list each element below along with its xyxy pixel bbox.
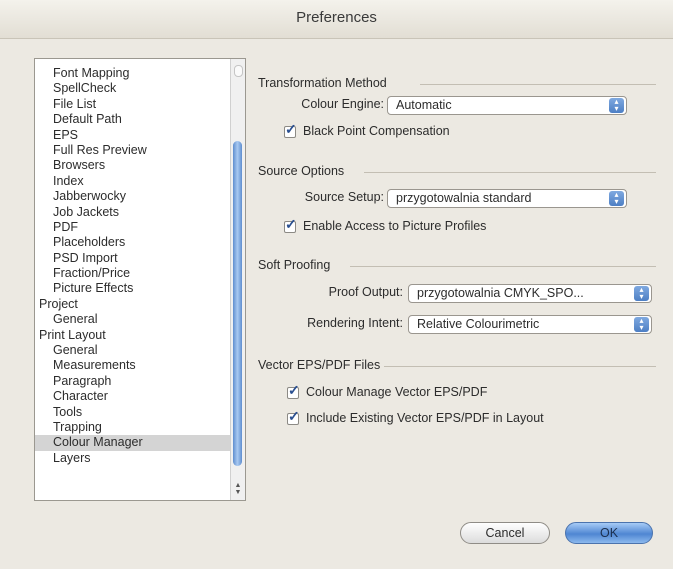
category-list-items: Font Mapping SpellCheck File List Default P… [35, 66, 231, 466]
sidebar-item-eps[interactable]: EPS [35, 128, 231, 143]
source-setup-select[interactable]: przygotowalnia standard ▴ ▾ [387, 189, 627, 208]
proof-output-value: przygotowalnia CMYK_SPO... [417, 286, 584, 300]
rendering-intent-select[interactable]: Relative Colourimetric ▴ ▾ [408, 315, 652, 334]
enable-access-picture-profiles-checkbox[interactable] [284, 216, 297, 233]
transformation-method-heading: Transformation Method [258, 76, 387, 90]
sidebar-item-font-mapping[interactable]: Font Mapping [35, 66, 231, 81]
include-existing-vector-checkbox[interactable] [287, 408, 300, 425]
proof-output-label: Proof Output: [328, 285, 403, 299]
source-setup-value: przygotowalnia standard [396, 191, 532, 205]
ok-button[interactable]: OK [565, 522, 653, 544]
sidebar-item-spellcheck[interactable]: SpellCheck [35, 81, 231, 96]
enable-access-picture-profiles-label: Enable Access to Picture Profiles [303, 219, 487, 233]
colour-engine-select[interactable]: Automatic ▴ ▾ [387, 96, 627, 115]
sidebar-item-paragraph[interactable]: Paragraph [35, 374, 231, 389]
sidebar-item-tools[interactable]: Tools [35, 405, 231, 420]
scrollbar-thumb[interactable] [233, 141, 242, 466]
colour-manage-vector-checkbox[interactable] [287, 382, 300, 399]
preferences-category-list[interactable]: Font Mapping SpellCheck File List Default P… [34, 58, 246, 501]
sidebar-item-character[interactable]: Character [35, 389, 231, 404]
window-title: Preferences [296, 9, 377, 26]
section-divider [384, 366, 656, 367]
vector-eps-pdf-heading: Vector EPS/PDF Files [258, 358, 381, 372]
section-divider [350, 266, 656, 267]
sidebar-item-placeholders[interactable]: Placeholders [35, 235, 231, 250]
popup-arrows-icon: ▴ ▾ [609, 191, 624, 206]
sidebar-item-default-path[interactable]: Default Path [35, 112, 231, 127]
sidebar-item-job-jackets[interactable]: Job Jackets [35, 205, 231, 220]
popup-arrows-icon: ▴ ▾ [634, 317, 649, 332]
preferences-dialog: Preferences Font Mapping SpellCheck File L… [0, 0, 673, 569]
sidebar-item-file-list[interactable]: File List [35, 97, 231, 112]
sidebar-item-pdf[interactable]: PDF [35, 220, 231, 235]
section-divider [364, 172, 656, 173]
colour-engine-label: Colour Engine: [301, 97, 384, 111]
sidebar-item-fraction-price[interactable]: Fraction/Price [35, 266, 231, 281]
source-options-heading: Source Options [258, 164, 345, 178]
sidebar-item-layers[interactable]: Layers [35, 451, 231, 466]
source-setup-label: Source Setup: [304, 190, 384, 204]
scrollbar-top-cap [234, 65, 243, 77]
title-bar[interactable]: Preferences [0, 0, 673, 39]
sidebar-item-colour-manager[interactable]: Colour Manager [35, 435, 231, 451]
sidebar-item-browsers[interactable]: Browsers [35, 158, 231, 173]
include-existing-vector-label: Include Existing Vector EPS/PDF in Layou… [306, 411, 544, 425]
cancel-button[interactable]: Cancel [460, 522, 550, 544]
black-point-compensation-label: Black Point Compensation [303, 124, 450, 138]
colour-engine-value: Automatic [396, 98, 452, 112]
proof-output-select[interactable]: przygotowalnia CMYK_SPO... ▴ ▾ [408, 284, 652, 303]
sidebar-item-project[interactable]: Project [35, 297, 231, 312]
popup-arrows-icon: ▴ ▾ [634, 286, 649, 301]
colour-manage-vector-label: Colour Manage Vector EPS/PDF [306, 385, 488, 399]
sidebar-item-general[interactable]: General [35, 312, 231, 327]
sidebar-item-full-res-preview[interactable]: Full Res Preview [35, 143, 231, 158]
rendering-intent-value: Relative Colourimetric [417, 317, 540, 331]
section-divider [420, 84, 656, 85]
sidebar-item-trapping[interactable]: Trapping [35, 420, 231, 435]
soft-proofing-heading: Soft Proofing [258, 258, 331, 272]
list-scrollbar[interactable]: ▲ ▼ [230, 59, 245, 500]
popup-arrows-icon: ▴ ▾ [609, 98, 624, 113]
sidebar-item-psd-import[interactable]: PSD Import [35, 251, 231, 266]
sidebar-item-jabberwocky[interactable]: Jabberwocky [35, 189, 231, 204]
sidebar-item-general[interactable]: General [35, 343, 231, 358]
sidebar-item-index[interactable]: Index [35, 174, 231, 189]
scroll-arrows-icon[interactable]: ▲ ▼ [234, 482, 242, 496]
rendering-intent-label: Rendering Intent: [307, 316, 403, 330]
sidebar-item-print-layout[interactable]: Print Layout [35, 328, 231, 343]
sidebar-item-measurements[interactable]: Measurements [35, 358, 231, 373]
sidebar-item-picture-effects[interactable]: Picture Effects [35, 281, 231, 296]
black-point-compensation-checkbox[interactable] [284, 121, 297, 138]
